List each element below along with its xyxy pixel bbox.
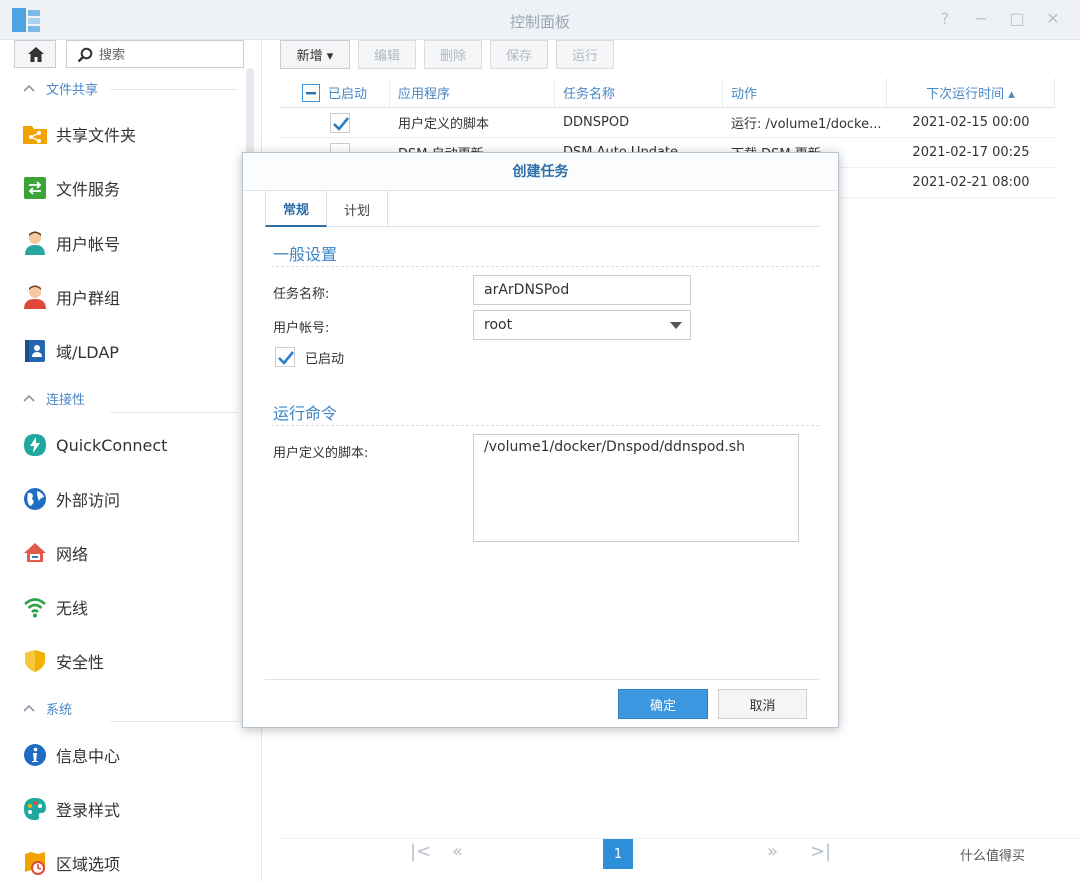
sidebar-item-ldap[interactable]: 域/LDAP xyxy=(22,331,244,371)
enabled-checkbox-row[interactable]: 已启动 xyxy=(275,347,344,367)
column-enabled[interactable]: 已启动 xyxy=(280,78,390,107)
close-icon[interactable]: ✕ xyxy=(1044,9,1062,29)
ok-button[interactable]: 确定 xyxy=(618,689,708,719)
current-page-button[interactable]: 1 xyxy=(603,839,633,869)
user-icon xyxy=(22,230,48,256)
pagination: |< « 1 » >| 什么值得买 xyxy=(280,838,1080,869)
sidebar-item-user[interactable]: 用户帐号 xyxy=(22,223,244,263)
sidebar-item-shared-folder[interactable]: 共享文件夹 xyxy=(22,114,244,154)
select-all-checkbox[interactable] xyxy=(302,83,320,102)
window-title: 控制面板 xyxy=(509,13,570,31)
sidebar-item-region[interactable]: 区域选项 xyxy=(22,843,244,882)
section-connectivity[interactable]: 连接性 xyxy=(22,387,85,409)
sidebar-item-group[interactable]: 用户群组 xyxy=(22,277,244,317)
network-icon xyxy=(22,540,48,566)
user-account-label: 用户帐号: xyxy=(273,321,330,336)
section-system[interactable]: 系统 xyxy=(22,697,72,719)
column-task-name[interactable]: 任务名称 xyxy=(555,78,723,107)
ldap-icon xyxy=(22,338,48,364)
task-name-label: 任务名称: xyxy=(273,287,330,302)
enabled-checkbox[interactable] xyxy=(275,347,295,367)
column-action[interactable]: 动作 xyxy=(723,78,887,107)
cancel-button[interactable]: 取消 xyxy=(718,689,807,719)
next-page-icon[interactable]: » xyxy=(767,841,778,862)
create-task-dialog: 创建任务 常规 计划 一般设置 任务名称: arArDNSPod 用户帐号: r… xyxy=(242,152,839,728)
search-icon xyxy=(77,47,93,63)
title-bar: 控制面板 ? − □ ✕ xyxy=(0,0,1080,40)
column-app[interactable]: 应用程序 xyxy=(390,78,555,107)
new-button[interactable]: 新增 ▾ xyxy=(280,40,350,69)
chevron-down-icon xyxy=(670,322,682,329)
run-button[interactable]: 运行 xyxy=(556,40,614,69)
chevron-up-icon xyxy=(23,704,35,712)
home-icon xyxy=(28,47,44,62)
minimize-icon[interactable]: − xyxy=(972,9,990,29)
sidebar-item-security[interactable]: 安全性 xyxy=(22,641,244,681)
script-label: 用户定义的脚本: xyxy=(273,446,369,461)
wifi-icon xyxy=(22,594,48,620)
maximize-icon[interactable]: □ xyxy=(1008,9,1026,29)
globe-icon xyxy=(22,486,48,512)
sidebar: 文件共享 共享文件夹 文件服务 用户帐号 用户群组 域/LDAP 连接性 xyxy=(0,40,262,882)
dialog-title: 创建任务 xyxy=(243,153,838,191)
file-service-icon xyxy=(22,175,48,201)
region-icon xyxy=(22,850,48,876)
script-textarea[interactable]: /volume1/docker/Dnspod/ddnspod.sh xyxy=(473,434,799,542)
row-enabled-checkbox[interactable] xyxy=(330,112,350,133)
watermark-text: 什么值得买 xyxy=(960,849,1026,864)
sidebar-item-external-access[interactable]: 外部访问 xyxy=(22,479,244,519)
info-icon xyxy=(22,742,48,768)
sidebar-item-network[interactable]: 网络 xyxy=(22,533,244,573)
general-settings-heading: 一般设置 xyxy=(273,245,338,264)
edit-button[interactable]: 编辑 xyxy=(358,40,416,69)
search-box[interactable] xyxy=(66,40,244,68)
last-page-icon[interactable]: >| xyxy=(810,841,831,862)
toolbar: 新增 ▾ 编辑 删除 保存 运行 xyxy=(280,40,614,70)
section-file-sharing[interactable]: 文件共享 xyxy=(22,77,98,99)
sidebar-item-wireless[interactable]: 无线 xyxy=(22,587,244,627)
group-icon xyxy=(22,284,48,310)
save-button[interactable]: 保存 xyxy=(490,40,548,69)
search-input[interactable] xyxy=(99,45,239,65)
delete-button[interactable]: 删除 xyxy=(424,40,482,69)
chevron-up-icon xyxy=(23,84,35,92)
home-button[interactable] xyxy=(14,40,56,68)
dialog-tabs: 常规 计划 xyxy=(265,191,819,227)
sidebar-item-quickconnect[interactable]: QuickConnect xyxy=(22,425,244,465)
first-page-icon[interactable]: |< xyxy=(410,841,431,862)
palette-icon xyxy=(22,796,48,822)
run-command-heading: 运行命令 xyxy=(273,404,338,423)
chevron-up-icon xyxy=(23,394,35,402)
table-row[interactable]: 用户定义的脚本 DDNSPOD 运行: /volume1/docke... 20… xyxy=(280,108,1055,138)
sidebar-item-info-center[interactable]: 信息中心 xyxy=(22,735,244,775)
task-name-input[interactable]: arArDNSPod xyxy=(473,275,691,305)
column-next-run[interactable]: 下次运行时间 ▴ xyxy=(887,78,1055,107)
sidebar-item-login-style[interactable]: 登录样式 xyxy=(22,789,244,829)
quickconnect-icon xyxy=(22,432,48,458)
help-icon[interactable]: ? xyxy=(936,9,954,29)
table-header: 已启动 应用程序 任务名称 动作 下次运行时间 ▴ xyxy=(280,78,1055,108)
shared-folder-icon xyxy=(22,121,48,147)
sidebar-item-file-service[interactable]: 文件服务 xyxy=(22,168,244,208)
prev-page-icon[interactable]: « xyxy=(452,841,463,862)
tab-schedule[interactable]: 计划 xyxy=(327,191,389,227)
user-account-select[interactable]: root xyxy=(473,310,691,340)
shield-icon xyxy=(22,648,48,674)
tab-general[interactable]: 常规 xyxy=(265,191,328,227)
